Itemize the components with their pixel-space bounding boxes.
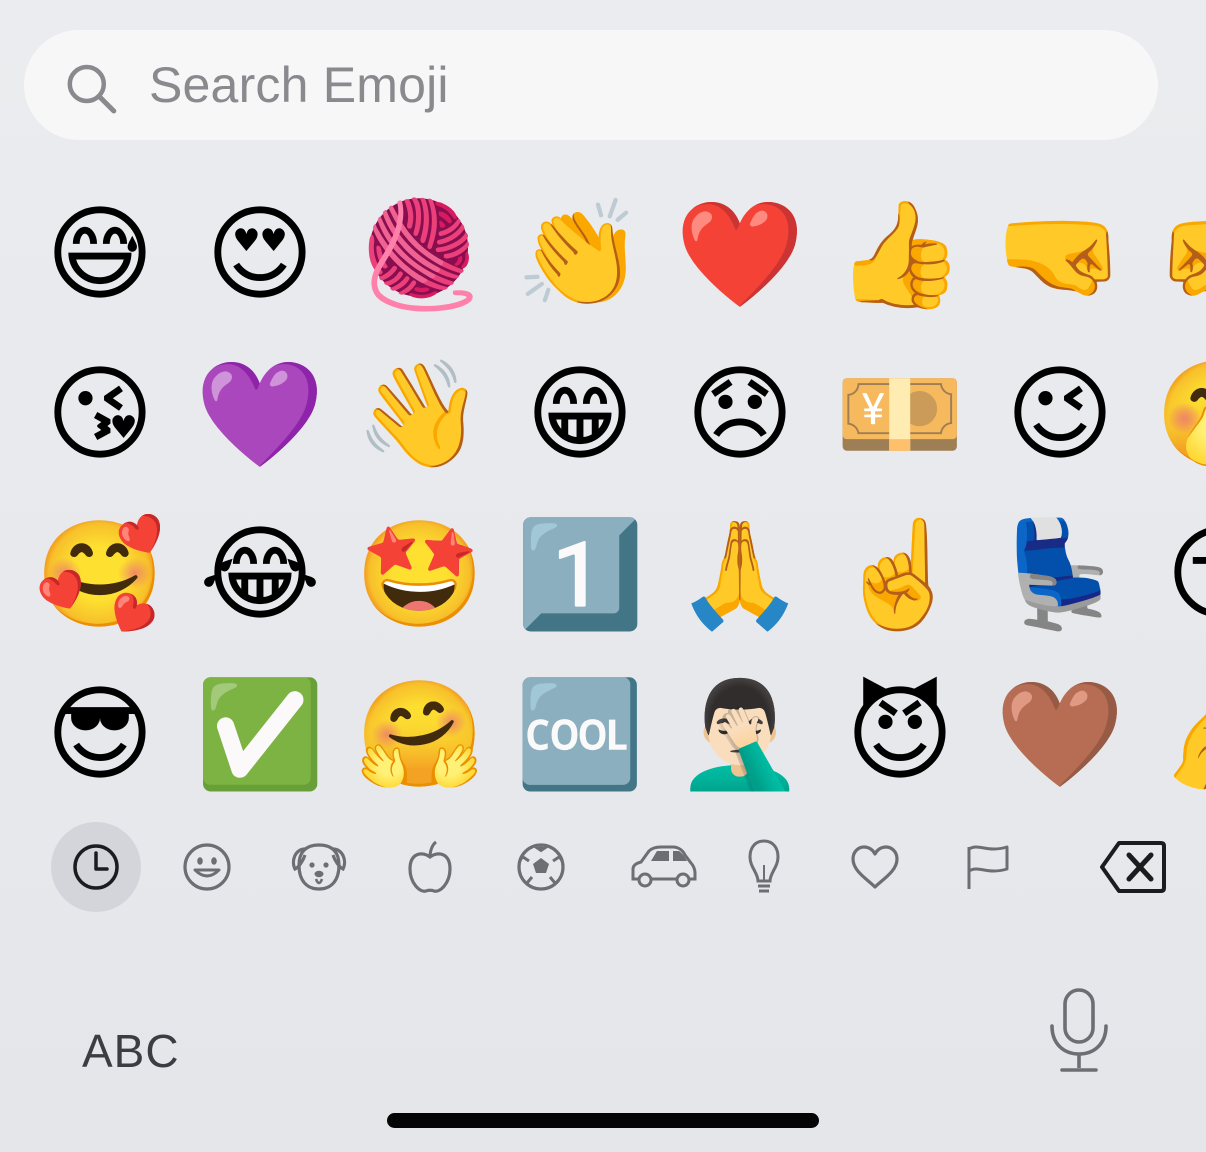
emoji-key[interactable]: 💜 [190,334,330,494]
emoji-key[interactable]: 🆒 [510,654,650,814]
emoji-key[interactable]: 🤎 [990,654,1130,814]
emoji-key[interactable]: 💺 [990,494,1130,654]
emoji-key[interactable]: 🤦🏻‍♂️ [670,654,810,814]
emoji-key[interactable]: 👍 [830,174,970,334]
emoji-key[interactable]: 1️⃣ [510,494,650,654]
emoji-key[interactable]: 🤗 [350,654,490,814]
category-tab-smileys[interactable] [162,822,252,912]
delete-backspace-icon [1100,841,1166,893]
emoji-key[interactable]: 🤭 [1150,334,1206,494]
emoji-key[interactable]: 💴 [830,334,970,494]
emoji-key[interactable]: 👏 [510,174,650,334]
objects-lightbulb-icon [748,839,780,893]
emoji-key[interactable]: 😅 [30,174,170,334]
emoji-key[interactable]: 😂 [190,494,330,654]
category-tab-flags[interactable] [942,822,1032,912]
emoji-key[interactable]: ☝️ [830,494,970,654]
emoji-key[interactable]: ❤️ [670,174,810,334]
home-indicator[interactable] [387,1113,819,1128]
animals-icon [291,843,347,891]
dictation-button[interactable] [1044,986,1114,1076]
emoji-key[interactable]: 😍 [190,174,330,334]
travel-car-icon [631,845,697,888]
emoji-row: 😘 💜 👋 😁 😞 💴 😉 🤭 [0,334,1206,494]
search-icon [67,64,117,114]
category-tab-animals[interactable] [274,822,364,912]
activity-soccer-icon [517,843,565,891]
emoji-key[interactable]: 😈 [830,654,970,814]
category-bar [0,822,1206,912]
category-tab-travel[interactable] [618,822,708,912]
emoji-key[interactable]: 🤌 [1150,654,1206,814]
microphone-icon [1050,988,1108,1072]
category-tab-food[interactable] [385,822,475,912]
delete-button[interactable] [1088,822,1178,912]
emoji-key[interactable]: 😉 [990,334,1130,494]
emoji-row: 😅 😍 🧶 👏 ❤️ 👍 🤜 🤛 [0,174,1206,334]
emoji-key[interactable]: 😞 [670,334,810,494]
search-placeholder: Search Emoji [149,57,449,113]
flags-icon [967,845,1009,889]
emoji-key[interactable]: 🤜 [990,174,1130,334]
emoji-key[interactable]: 😘 [30,334,170,494]
category-tab-recent[interactable] [51,822,141,912]
emoji-key[interactable]: 👋 [350,334,490,494]
emoji-key[interactable]: 🥰 [30,494,170,654]
emoji-key[interactable]: 🤛 [1150,174,1206,334]
category-tab-activity[interactable] [496,822,586,912]
abc-keyboard-switch[interactable]: ABC [82,1024,180,1078]
emoji-key[interactable]: ✅ [190,654,330,814]
symbols-heart-icon [851,845,899,889]
emoji-key[interactable]: 🙏 [670,494,810,654]
emoji-key[interactable]: 😎 [30,654,170,814]
emoji-key[interactable]: 😏 [1150,494,1206,654]
emoji-grid: 😅 😍 🧶 👏 ❤️ 👍 🤜 🤛 😘 💜 👋 😁 😞 💴 😉 🤭 🥰 😂 🤩 1… [0,174,1206,814]
emoji-key[interactable]: 🧶 [350,174,490,334]
search-field[interactable]: Search Emoji [24,30,1158,140]
recent-clock-icon [73,844,119,890]
category-tab-objects[interactable] [719,822,809,912]
emoji-row: 🥰 😂 🤩 1️⃣ 🙏 ☝️ 💺 😏 [0,494,1206,654]
emoji-row: 😎 ✅ 🤗 🆒 🤦🏻‍♂️ 😈 🤎 🤌 [0,654,1206,814]
emoji-keyboard: Search Emoji 😅 😍 🧶 👏 ❤️ 👍 🤜 🤛 😘 💜 👋 😁 😞 … [0,0,1206,1152]
emoji-key[interactable]: 🤩 [350,494,490,654]
food-apple-icon [408,840,452,893]
category-tab-symbols[interactable] [830,822,920,912]
emoji-key[interactable]: 😁 [510,334,650,494]
smileys-icon [183,843,231,891]
